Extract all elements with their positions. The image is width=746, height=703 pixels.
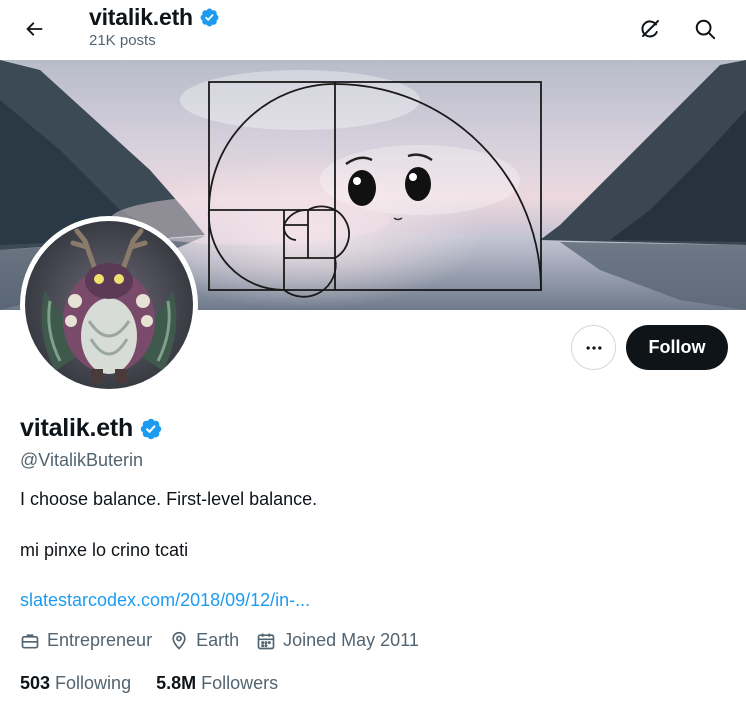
- posts-count: 21K posts: [89, 32, 156, 49]
- arrow-left-icon: [26, 22, 43, 36]
- search-icon: [695, 19, 716, 40]
- calendar-icon: [257, 633, 275, 649]
- bio-line-2: mi pinxe lo crino tcati: [20, 540, 189, 560]
- profile-handle: @VitalikButerin: [20, 450, 143, 470]
- location-pin-icon: [172, 631, 186, 650]
- followers-count: 5.8M: [156, 673, 197, 693]
- following-label: Following: [55, 673, 132, 693]
- search-button[interactable]: [685, 9, 725, 49]
- location-text: Earth: [196, 630, 240, 650]
- bio-line-1: I choose balance. First-level balance.: [20, 489, 318, 509]
- grok-button[interactable]: [630, 9, 670, 49]
- following-count: 503: [20, 673, 51, 693]
- briefcase-icon: [21, 633, 39, 648]
- profile-name-row: vitalik.eth: [20, 414, 163, 443]
- header-title: vitalik.eth 21K posts: [89, 4, 220, 49]
- grok-icon: [641, 20, 659, 38]
- profession-text: Entrepreneur: [47, 630, 153, 650]
- profile-avatar[interactable]: [20, 216, 198, 394]
- following-link[interactable]: 503 Following: [20, 673, 131, 694]
- profile-link[interactable]: slatestarcodex.com/2018/09/12/in-...: [20, 590, 310, 611]
- joined-item: Joined May 2011: [256, 630, 419, 651]
- followers-link[interactable]: 5.8M Followers: [156, 673, 278, 694]
- more-icon: [586, 345, 601, 350]
- followers-label: Followers: [201, 673, 279, 693]
- joined-text: Joined May 2011: [283, 630, 419, 650]
- header-name: vitalik.eth: [89, 4, 193, 30]
- more-options-button[interactable]: [571, 325, 616, 370]
- profile-name: vitalik.eth: [20, 414, 134, 442]
- verified-badge-icon[interactable]: [139, 417, 163, 441]
- top-bar: vitalik.eth 21K posts: [0, 0, 746, 60]
- follow-button[interactable]: Follow: [626, 325, 728, 370]
- profession-item: Entrepreneur: [20, 630, 152, 651]
- follow-counts: 503 Following 5.8M Followers: [20, 673, 303, 694]
- back-button[interactable]: [14, 9, 54, 49]
- verified-badge-icon: [200, 8, 219, 27]
- location-item: Earth: [169, 630, 239, 651]
- profile-meta: Entrepreneur Earth Joined May 2011: [20, 630, 436, 651]
